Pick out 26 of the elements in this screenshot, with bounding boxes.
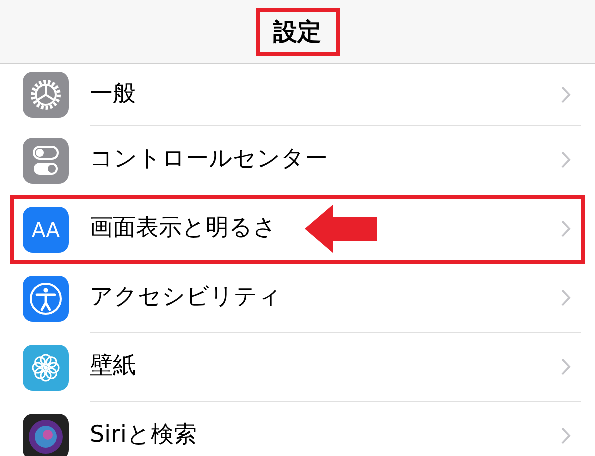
accessibility-icon [23,276,69,322]
left-arrow-icon [305,205,377,253]
chevron-icon [561,220,571,238]
row-label: 壁紙 [90,354,136,380]
settings-row[interactable]: 一般 [10,64,585,126]
chevron-icon [561,358,571,376]
orb-icon [23,414,69,456]
settings-row[interactable]: アクセシビリティ [10,264,585,333]
row-label: Siriと検索 [90,423,197,449]
gear-icon [23,72,69,118]
settings-row[interactable]: Siriと検索 [10,402,585,456]
screen-title: 設定 [256,8,340,56]
settings-row[interactable]: コントロールセンター [10,126,585,195]
text-size-icon: AA [23,206,69,252]
chevron-icon [561,289,571,307]
settings-row[interactable]: 壁紙 [10,333,585,402]
settings-row[interactable]: AA 画面表示と明るさ [10,195,585,264]
chevron-icon [561,151,571,169]
row-label: 画面表示と明るさ [90,216,277,242]
flower-icon [23,344,69,390]
row-label: アクセシビリティ [90,285,282,311]
row-label: コントロールセンター [90,147,328,173]
toggle-switches-icon [23,138,69,184]
row-label: 一般 [90,82,136,108]
chevron-icon [561,86,571,104]
chevron-icon [561,427,571,445]
